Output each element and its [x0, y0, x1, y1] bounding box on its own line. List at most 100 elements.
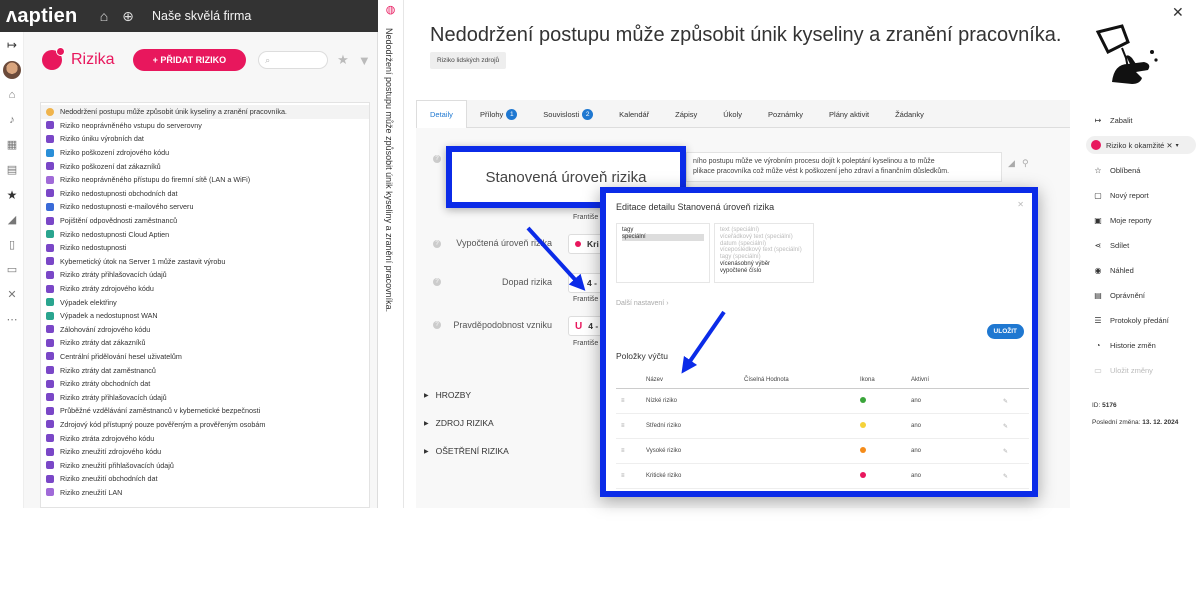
home-icon[interactable]: ⌂: [96, 8, 112, 24]
clipboard-icon[interactable]: ▤: [0, 157, 24, 182]
category-tag[interactable]: Riziko lidských zdrojů: [430, 52, 507, 69]
favorite-filter-icon[interactable]: ★: [337, 52, 349, 68]
edit-pencil-icon[interactable]: ✎: [1003, 423, 1029, 430]
selected-options-list[interactable]: tagy speciální: [616, 223, 710, 283]
drag-handle-icon[interactable]: ≡: [616, 423, 646, 429]
available-option[interactable]: vypočtené číslo: [720, 268, 808, 275]
printer-icon[interactable]: ▭: [0, 257, 24, 282]
clear-icon[interactable]: ✕: [1166, 141, 1172, 150]
save-button[interactable]: ULOŽIT: [986, 324, 1024, 339]
list-item[interactable]: Riziko zneužití obchodních dat: [41, 472, 369, 486]
action-protocol[interactable]: ☰ Protokoly předání: [1086, 308, 1196, 333]
more-settings-link[interactable]: Další nastavení ›: [616, 300, 669, 307]
action-star[interactable]: ☆ Oblíbená: [1086, 158, 1196, 183]
selected-option[interactable]: tagy: [622, 227, 704, 234]
status-select[interactable]: Riziko k okamžité ✕ ▾: [1086, 136, 1196, 154]
list-item[interactable]: Riziko ztráty dat zákazníků: [41, 336, 369, 350]
list-item[interactable]: Riziko úniku výrobních dat: [41, 132, 369, 146]
list-item[interactable]: Centrální přidělování hesel uživatelům: [41, 350, 369, 364]
list-item[interactable]: Riziko zneužití přihlašovacích údajů: [41, 458, 369, 472]
action-share[interactable]: ⋖ Sdílet: [1086, 233, 1196, 258]
tab-4[interactable]: Kalendář: [606, 100, 662, 128]
list-item[interactable]: Zálohování zdrojového kódu: [41, 323, 369, 337]
list-item[interactable]: Riziko neoprávněného přístupu do firemní…: [41, 173, 369, 187]
help-icon[interactable]: ?: [433, 278, 441, 286]
link-icon[interactable]: ⚲: [1022, 158, 1029, 169]
drag-handle-icon[interactable]: ≡: [616, 473, 646, 479]
tab-1[interactable]: Detaily: [416, 100, 467, 128]
section-threats[interactable]: ▶ HROZBY: [424, 390, 471, 400]
list-item[interactable]: Pojištění odpovědnosti zaměstnanců: [41, 214, 369, 228]
list-item[interactable]: Výpadek a nedostupnost WAN: [41, 309, 369, 323]
home-rail-icon[interactable]: ⌂: [0, 82, 24, 107]
edit-pencil-icon[interactable]: ✎: [1003, 398, 1029, 405]
available-option[interactable]: tagy (speciální): [720, 254, 808, 261]
selected-option[interactable]: speciální: [622, 233, 704, 241]
user-avatar[interactable]: [0, 57, 24, 82]
list-item[interactable]: Riziko neoprávněného vstupu do serverovn…: [41, 119, 369, 133]
close-detail-icon[interactable]: ✕: [1172, 4, 1184, 21]
list-item[interactable]: Výpadek elektřiny: [41, 295, 369, 309]
tab-3[interactable]: Souvislosti 2: [530, 100, 606, 128]
description-field[interactable]: ního postupu může ve výrobním procesu do…: [686, 152, 1002, 182]
star-rail-icon[interactable]: ★: [0, 182, 24, 207]
chevron-down-icon[interactable]: ▾: [1176, 142, 1179, 149]
action-report[interactable]: ▢ Nový report: [1086, 183, 1196, 208]
tab-6[interactable]: Úkoly: [710, 100, 755, 128]
available-option[interactable]: vícenásobný výběr: [720, 261, 808, 268]
available-option[interactable]: víceposledkový text (speciální): [720, 247, 808, 254]
company-name[interactable]: Naše skvělá firma: [152, 9, 251, 23]
edit-pencil-icon[interactable]: ✎: [1003, 473, 1029, 480]
list-item[interactable]: Riziko nedostupnosti e-mailového serveru: [41, 200, 369, 214]
list-item[interactable]: Riziko nedostupnosti obchodních dat: [41, 187, 369, 201]
available-options-list[interactable]: text (speciální) víceřádkový text (speciá…: [714, 223, 814, 283]
add-risk-button[interactable]: + PŘIDAT RIZIKO: [132, 49, 247, 71]
list-item[interactable]: Riziko ztráty zdrojového kódu: [41, 282, 369, 296]
tab-9[interactable]: Žádanky: [882, 100, 937, 128]
action-history[interactable]: ◔ Historie změn: [1086, 333, 1196, 358]
list-item[interactable]: Riziko ztráty přihlašovacích údajů: [41, 390, 369, 404]
list-item[interactable]: Riziko poškození zdrojového kódu: [41, 146, 369, 160]
expand-menu-icon[interactable]: ↦: [0, 32, 24, 57]
drag-handle-icon[interactable]: ≡: [616, 398, 646, 404]
help-icon[interactable]: ?: [433, 240, 441, 248]
action-eye[interactable]: ◉ Náhled: [1086, 258, 1196, 283]
list-item[interactable]: Riziko ztráta zdrojového kódu: [41, 431, 369, 445]
collapsed-detail-strip[interactable]: ◍ Nedodržení postupu může způsobit únik …: [378, 0, 404, 508]
calendar-icon[interactable]: ▦: [0, 132, 24, 157]
help-icon[interactable]: ?: [433, 321, 441, 329]
list-item[interactable]: Riziko zneužití LAN: [41, 486, 369, 500]
list-item[interactable]: Nedodržení postupu může způsobit únik ky…: [41, 105, 369, 119]
list-item[interactable]: Riziko nedostupnosti: [41, 241, 369, 255]
action-save[interactable]: ▭ Uložit změny: [1086, 358, 1196, 383]
list-item[interactable]: Riziko poškození dat zákazníků: [41, 159, 369, 173]
aptien-logo[interactable]: ʌ aptien: [0, 5, 88, 28]
tab-8[interactable]: Plány aktivit: [816, 100, 882, 128]
megaphone-icon[interactable]: ◢: [0, 207, 24, 232]
search-input[interactable]: ⌕: [258, 51, 329, 69]
document-icon[interactable]: ▯: [0, 232, 24, 257]
list-item[interactable]: Kybernetický útok na Server 1 může zasta…: [41, 255, 369, 269]
list-item[interactable]: Riziko ztráty přihlašovacích údajů: [41, 268, 369, 282]
tab-7[interactable]: Poznámky: [755, 100, 816, 128]
drag-handle-icon[interactable]: ≡: [616, 448, 646, 454]
more-apps-icon[interactable]: ⋯: [0, 307, 24, 332]
megaphone-action-icon[interactable]: ◢: [1008, 158, 1015, 169]
action-permissions[interactable]: ▤ Oprávnění: [1086, 283, 1196, 308]
list-item[interactable]: Zdrojový kód přístupný pouze pověřeným a…: [41, 418, 369, 432]
action-reports[interactable]: ▣ Moje reporty: [1086, 208, 1196, 233]
available-option[interactable]: víceřádkový text (speciální): [720, 234, 808, 241]
list-item[interactable]: Riziko ztráty dat zaměstnanců: [41, 363, 369, 377]
available-option[interactable]: datum (speciální): [720, 241, 808, 248]
close-icon[interactable]: ✕: [1017, 200, 1024, 209]
list-item[interactable]: Riziko ztráty obchodních dat: [41, 377, 369, 391]
section-risk-treatment[interactable]: ▶ OŠETŘENÍ RIZIKA: [424, 446, 509, 456]
add-circle-icon[interactable]: ⊕: [120, 8, 136, 25]
tools-icon[interactable]: ✕: [0, 282, 24, 307]
available-option[interactable]: text (speciální): [720, 227, 808, 234]
list-item[interactable]: Průběžné vzdělávání zaměstnanců v kybern…: [41, 404, 369, 418]
tab-2[interactable]: Přílohy 1: [467, 100, 530, 128]
tab-5[interactable]: Zápisy: [662, 100, 710, 128]
list-item[interactable]: Riziko zneužití zdrojového kódu: [41, 445, 369, 459]
list-item[interactable]: Riziko nedostupnosti Cloud Aptien: [41, 227, 369, 241]
